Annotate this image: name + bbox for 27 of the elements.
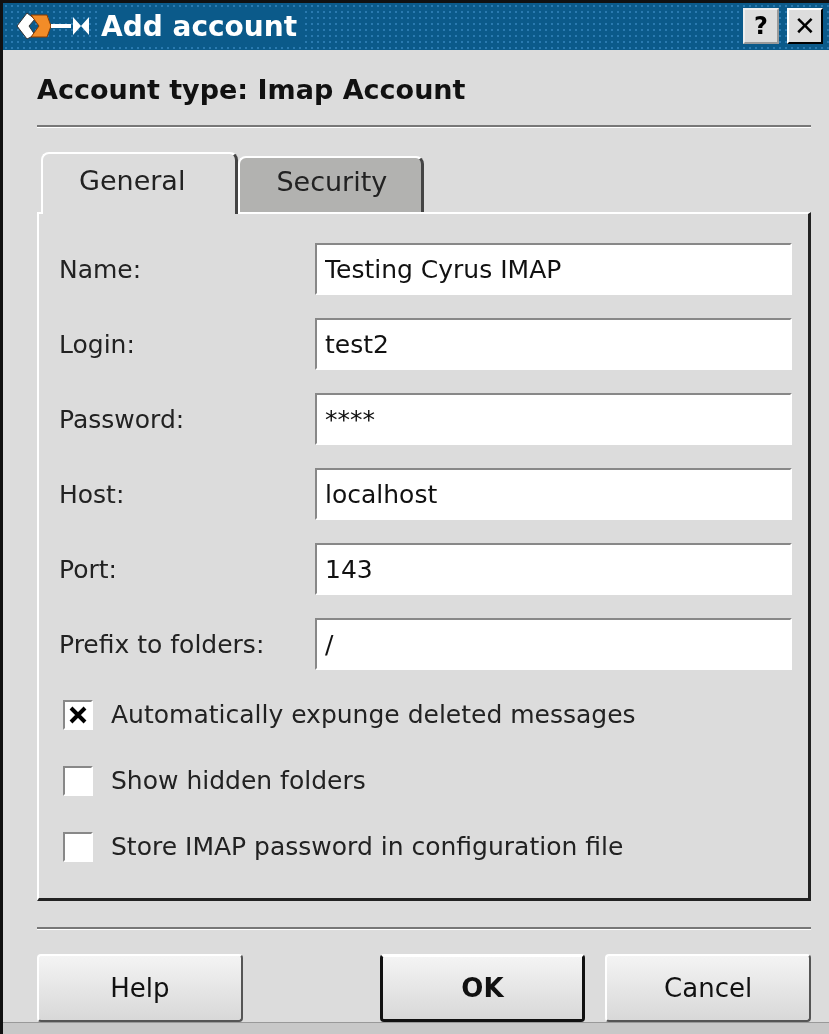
dialog-button[interactable]: Help [37, 953, 243, 1022]
field-label: Login: [59, 329, 136, 359]
field-label: Password: [59, 404, 186, 434]
input-field[interactable]: / [315, 618, 792, 671]
input-field[interactable]: 143 [315, 543, 792, 596]
checkbox[interactable] [63, 831, 93, 862]
close-button[interactable]: ✕ [787, 8, 823, 45]
cross-mark-icon [69, 705, 87, 724]
dialog-button[interactable]: OK [379, 953, 586, 1022]
field-label: Port: [59, 554, 118, 584]
input-field[interactable]: test2 [315, 318, 792, 371]
help-button[interactable]: ? [743, 8, 779, 45]
checkbox-label: Automatically expunge deleted messages [111, 700, 636, 730]
checkbox-label: Show hidden folders [111, 766, 366, 796]
field-label: Host: [59, 479, 126, 509]
checkbox[interactable] [63, 699, 93, 730]
dialog-button[interactable]: Cancel [605, 953, 811, 1022]
checkbox[interactable] [63, 765, 93, 796]
input-field[interactable]: Testing Cyrus IMAP [315, 243, 792, 296]
field-label: Name: [59, 254, 143, 284]
input-field[interactable]: localhost [315, 468, 792, 521]
input-field[interactable]: **** [315, 393, 792, 446]
tab[interactable]: General [41, 151, 239, 214]
checkbox-label: Store IMAP password in configuration file [111, 832, 624, 862]
account-type-heading: Account type: Imap Account [37, 72, 467, 107]
tab[interactable]: Security [238, 155, 425, 212]
field-label: Prefix to folders: [59, 629, 266, 659]
